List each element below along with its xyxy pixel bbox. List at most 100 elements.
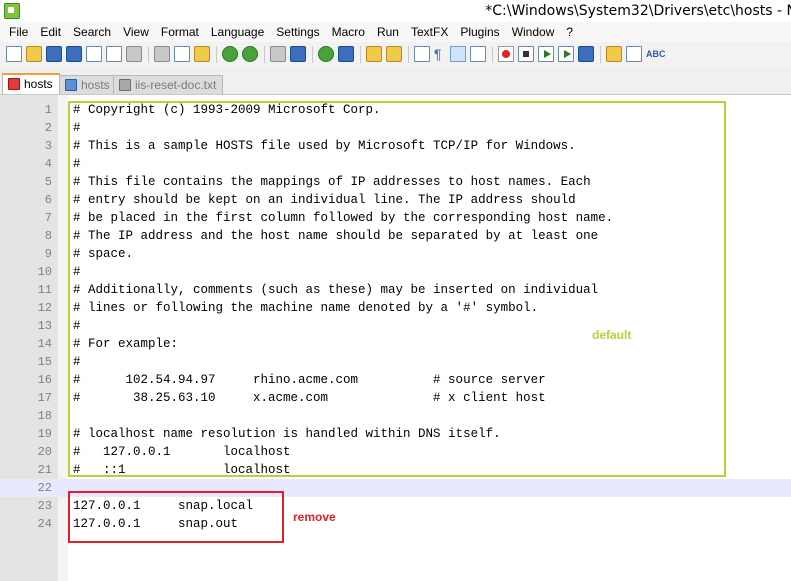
editor-line[interactable]: 13 #: [0, 317, 791, 335]
line-text[interactable]: # entry should be kept on an individual …: [73, 191, 576, 209]
line-text[interactable]: # This file contains the mappings of IP …: [73, 173, 591, 191]
play-multiple-icon[interactable]: [558, 46, 574, 62]
editor-line[interactable]: 2 #: [0, 119, 791, 137]
editor-line[interactable]: 4 #: [0, 155, 791, 173]
editor-line[interactable]: 23 127.0.0.1 snap.local: [0, 497, 791, 515]
word-wrap-icon[interactable]: [414, 46, 430, 62]
editor-line[interactable]: 14 # For example:: [0, 335, 791, 353]
new-file-icon[interactable]: [6, 46, 22, 62]
line-number: 7: [44, 211, 52, 225]
menu-plugins[interactable]: Plugins: [454, 22, 505, 42]
line-number: 10: [37, 265, 52, 279]
zoom-out-icon[interactable]: [338, 46, 354, 62]
line-text[interactable]: # space.: [73, 245, 133, 263]
paste-icon[interactable]: [194, 46, 210, 62]
line-text[interactable]: # ::1 localhost: [73, 461, 291, 479]
menu-language[interactable]: Language: [205, 22, 270, 42]
editor-line[interactable]: 1 # Copyright (c) 1993-2009 Microsoft Cor…: [0, 101, 791, 119]
undo-icon[interactable]: [222, 46, 238, 62]
close-all-icon[interactable]: [106, 46, 122, 62]
menu-search[interactable]: Search: [67, 22, 117, 42]
editor-line[interactable]: 19 # localhost name resolution is handled…: [0, 425, 791, 443]
editor-line[interactable]: 18: [0, 407, 791, 425]
menu-run[interactable]: Run: [371, 22, 405, 42]
editor-line[interactable]: 5 # This file contains the mappings of IP…: [0, 173, 791, 191]
editor-line[interactable]: 21 # ::1 localhost: [0, 461, 791, 479]
line-text[interactable]: # This is a sample HOSTS file used by Mi…: [73, 137, 576, 155]
menu-format[interactable]: Format: [155, 22, 205, 42]
editor-line[interactable]: 6 # entry should be kept on an individual…: [0, 191, 791, 209]
editor-line[interactable]: 24 127.0.0.1 snap.out: [0, 515, 791, 533]
sync-vertical-icon[interactable]: [366, 46, 382, 62]
line-text[interactable]: # 127.0.0.1 localhost: [73, 443, 291, 461]
editor-line[interactable]: 15 #: [0, 353, 791, 371]
editor-line[interactable]: 16 # 102.54.94.97 rhino.acme.com # source…: [0, 371, 791, 389]
spellcheck-icon[interactable]: ABC: [646, 45, 666, 63]
editor-line[interactable]: 10 #: [0, 263, 791, 281]
line-text[interactable]: # The IP address and the host name shoul…: [73, 227, 598, 245]
line-text[interactable]: #: [73, 353, 81, 371]
line-text[interactable]: 127.0.0.1 snap.local: [73, 497, 253, 515]
menu-help[interactable]: ?: [560, 22, 579, 42]
doc-map-icon[interactable]: [626, 46, 642, 62]
editor-line[interactable]: 17 # 38.25.63.10 x.acme.com # x client ho…: [0, 389, 791, 407]
copy-icon[interactable]: [174, 46, 190, 62]
tab-iis-reset-doc[interactable]: iis-reset-doc.txt: [113, 75, 224, 94]
editor-line[interactable]: 11 # Additionally, comments (such as thes…: [0, 281, 791, 299]
remove-annotation: remove: [293, 510, 336, 524]
save-icon[interactable]: [46, 46, 62, 62]
play-macro-icon[interactable]: [538, 46, 554, 62]
text-editor[interactable]: 1 # Copyright (c) 1993-2009 Microsoft Cor…: [0, 95, 791, 581]
line-text[interactable]: #: [73, 317, 81, 335]
tab-hosts-active[interactable]: hosts: [2, 73, 60, 94]
editor-line[interactable]: 20 # 127.0.0.1 localhost: [0, 443, 791, 461]
editor-line[interactable]: 3 # This is a sample HOSTS file used by M…: [0, 137, 791, 155]
tab-hosts[interactable]: hosts: [59, 75, 117, 94]
menu-settings[interactable]: Settings: [270, 22, 325, 42]
line-text[interactable]: # For example:: [73, 335, 178, 353]
zoom-in-icon[interactable]: [318, 46, 334, 62]
line-text[interactable]: # Copyright (c) 1993-2009 Microsoft Corp…: [73, 101, 381, 119]
line-text[interactable]: # 38.25.63.10 x.acme.com # x client host: [73, 389, 546, 407]
print-icon[interactable]: [126, 46, 142, 62]
menu-edit[interactable]: Edit: [34, 22, 67, 42]
open-file-icon[interactable]: [26, 46, 42, 62]
cut-icon[interactable]: [154, 46, 170, 62]
line-text[interactable]: # Additionally, comments (such as these)…: [73, 281, 598, 299]
line-number: 1: [44, 103, 52, 117]
line-number: 18: [37, 409, 52, 423]
line-text[interactable]: #: [73, 155, 81, 173]
editor-line[interactable]: 7 # be placed in the first column followe…: [0, 209, 791, 227]
folder-icon[interactable]: [606, 46, 622, 62]
menu-file[interactable]: File: [3, 22, 34, 42]
save-macro-icon[interactable]: [578, 46, 594, 62]
find-icon[interactable]: [270, 46, 286, 62]
line-number: 23: [37, 499, 52, 513]
menu-textfx[interactable]: TextFX: [405, 22, 454, 42]
line-text[interactable]: # be placed in the first column followed…: [73, 209, 613, 227]
editor-line[interactable]: 9 # space.: [0, 245, 791, 263]
replace-icon[interactable]: [290, 46, 306, 62]
menu-window[interactable]: Window: [506, 22, 561, 42]
show-all-chars-icon[interactable]: ¶: [434, 45, 442, 63]
menu-view[interactable]: View: [117, 22, 155, 42]
line-text[interactable]: # lines or following the machine name de…: [73, 299, 538, 317]
redo-icon[interactable]: [242, 46, 258, 62]
close-icon[interactable]: [86, 46, 102, 62]
editor-line[interactable]: 8 # The IP address and the host name shou…: [0, 227, 791, 245]
line-text[interactable]: # 102.54.94.97 rhino.acme.com # source s…: [73, 371, 546, 389]
line-text[interactable]: #: [73, 263, 81, 281]
indent-guide-icon[interactable]: [450, 46, 466, 62]
line-text[interactable]: #: [73, 119, 81, 137]
editor-line[interactable]: 12 # lines or following the machine name …: [0, 299, 791, 317]
line-text[interactable]: # localhost name resolution is handled w…: [73, 425, 501, 443]
save-all-icon[interactable]: [66, 46, 82, 62]
stop-macro-icon[interactable]: [518, 46, 534, 62]
menu-macro[interactable]: Macro: [326, 22, 371, 42]
editor-line[interactable]: 22: [0, 479, 791, 497]
line-text[interactable]: 127.0.0.1 snap.out: [73, 515, 238, 533]
doc-list-icon[interactable]: [470, 46, 486, 62]
record-macro-icon[interactable]: [498, 46, 514, 62]
sync-horizontal-icon[interactable]: [386, 46, 402, 62]
editor-lines[interactable]: 1 # Copyright (c) 1993-2009 Microsoft Cor…: [0, 101, 791, 533]
